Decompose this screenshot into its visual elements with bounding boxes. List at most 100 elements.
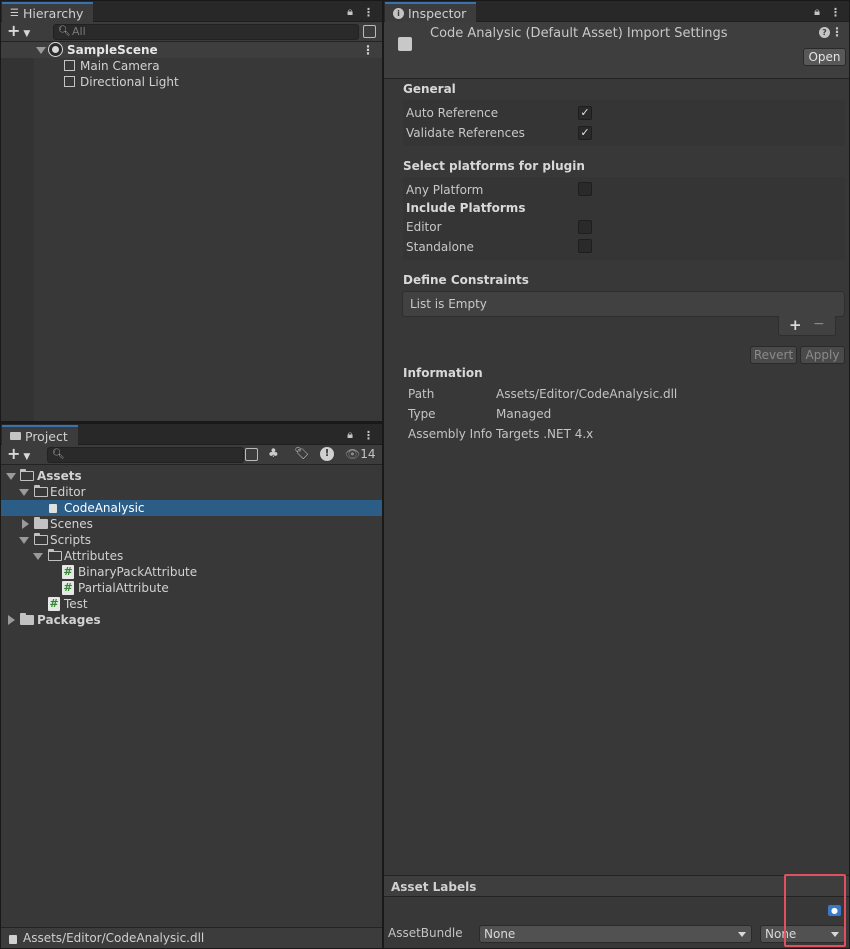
assembly-info-value: Targets .NET 4.x	[496, 427, 594, 441]
hierarchy-tabbar: ☰ Hierarchy 🔒︎ ⋮	[1, 1, 382, 22]
info-icon: i	[393, 7, 404, 19]
collapse-arrow-icon[interactable]	[8, 615, 15, 625]
search-by-type-icon[interactable]	[245, 448, 258, 461]
any-platform-checkbox[interactable]	[578, 182, 592, 196]
platforms-section-title: Select platforms for plugin	[403, 159, 585, 173]
tree-item-label: Attributes	[64, 549, 124, 563]
information-section-title: Information	[403, 366, 483, 380]
revert-button[interactable]: Revert	[750, 346, 797, 364]
tree-item-label: Assets	[37, 469, 82, 483]
folder-open-icon	[34, 533, 48, 545]
scene-visibility-icon[interactable]	[363, 25, 376, 38]
inspector-tabbar: i Inspector 🔒︎ ⋮	[384, 1, 849, 22]
help-icon[interactable]: ?	[819, 27, 830, 38]
tree-item-editor[interactable]: Editor	[1, 484, 382, 500]
hidden-count: 14	[360, 447, 376, 461]
lock-icon[interactable]: 🔒︎	[347, 428, 353, 442]
kebab-menu-icon[interactable]: ⋮	[363, 428, 374, 442]
chevron-down-icon	[738, 932, 746, 937]
hierarchy-item[interactable]: Main Camera	[1, 58, 382, 74]
validate-references-label: Validate References	[406, 126, 525, 140]
asset-bundle-dropdown[interactable]: None	[479, 925, 752, 943]
path-label: Path	[408, 387, 435, 401]
tree-item-assets[interactable]: Assets	[1, 468, 382, 484]
type-value: Managed	[496, 407, 552, 421]
expand-arrow-icon[interactable]	[36, 47, 46, 54]
hierarchy-toolbar: + ▼ 🔍︎ All	[1, 22, 382, 42]
create-asset-button[interactable]: + ▼	[7, 445, 30, 466]
lock-icon[interactable]: 🔒︎	[347, 5, 353, 19]
standalone-platform-checkbox[interactable]	[578, 239, 592, 253]
chevron-down-icon: ▼	[23, 452, 31, 462]
tree-item-codeanalysic[interactable]: CodeAnalysic	[1, 500, 382, 516]
inspector-panel: i Inspector 🔒︎ ⋮ Code Analysic (Default …	[384, 1, 849, 948]
constraints-empty-label: List is Empty	[410, 297, 487, 311]
tree-item-test[interactable]: # Test	[1, 596, 382, 612]
project-panel: Project 🔒︎ ⋮ + ▼ 🔍︎ ♣ 🏷︎ ! 👁︎14 Assets Ed…	[1, 424, 382, 948]
validate-references-checkbox[interactable]: ✓	[578, 126, 592, 140]
folder-open-icon	[20, 469, 34, 481]
tree-item-partialattribute[interactable]: # PartialAttribute	[1, 580, 382, 596]
open-button[interactable]: Open	[803, 48, 846, 66]
scene-row[interactable]: SampleScene ⋮	[1, 42, 382, 58]
kebab-menu-icon[interactable]: ⋮	[830, 5, 841, 19]
tree-item-scenes[interactable]: Scenes	[1, 516, 382, 532]
project-tab-label: Project	[25, 428, 68, 444]
kebab-menu-icon[interactable]: ⋮	[363, 5, 374, 19]
folder-open-icon	[48, 549, 62, 561]
expand-arrow-icon[interactable]	[19, 489, 29, 496]
collapse-arrow-icon[interactable]	[22, 519, 29, 529]
constraints-section-title: Define Constraints	[403, 273, 529, 287]
general-section-title: General	[403, 82, 456, 96]
expand-arrow-icon[interactable]	[19, 537, 29, 544]
tab-hierarchy[interactable]: ☰ Hierarchy	[2, 2, 94, 22]
csharp-script-icon: #	[62, 565, 74, 579]
hierarchy-item[interactable]: Directional Light	[1, 74, 382, 90]
add-object-button[interactable]: + ▼	[7, 22, 30, 43]
hidden-packages-toggle[interactable]: 👁︎14	[345, 447, 376, 461]
tree-item-label: Packages	[37, 613, 101, 627]
gameobject-cube-icon	[64, 76, 75, 87]
asset-labels-body: ● AssetBundle None None	[384, 897, 849, 948]
search-by-type-filter-icon[interactable]: ♣	[268, 446, 279, 460]
warning-filter-icon[interactable]: !	[320, 447, 334, 461]
tab-inspector[interactable]: i Inspector	[385, 2, 477, 22]
tree-item-attributes[interactable]: Attributes	[1, 548, 382, 564]
hierarchy-item-label: Directional Light	[80, 75, 179, 89]
search-by-label-icon[interactable]: 🏷︎	[294, 446, 309, 460]
scene-menu-icon[interactable]: ⋮	[362, 42, 374, 58]
standalone-platform-label: Standalone	[406, 240, 474, 254]
type-label: Type	[408, 407, 436, 421]
add-constraint-button[interactable]: +	[789, 316, 802, 334]
apply-button[interactable]: Apply	[800, 346, 845, 364]
project-tree: Assets Editor CodeAnalysic Scenes Script…	[1, 468, 382, 628]
hierarchy-search-placeholder: All	[72, 25, 86, 38]
hierarchy-search-input[interactable]: 🔍︎ All	[53, 24, 359, 40]
path-value: Assets/Editor/CodeAnalysic.dll	[496, 387, 678, 401]
tree-item-scripts[interactable]: Scripts	[1, 532, 382, 548]
search-icon: 🔍︎	[58, 26, 71, 37]
folder-icon	[10, 432, 21, 440]
auto-reference-checkbox[interactable]: ✓	[578, 106, 592, 120]
tree-item-packages[interactable]: Packages	[1, 612, 382, 628]
tree-item-binarypackattribute[interactable]: # BinaryPackAttribute	[1, 564, 382, 580]
tree-item-label: PartialAttribute	[78, 581, 169, 595]
inspector-title: Code Analysic (Default Asset) Import Set…	[430, 26, 728, 41]
settings-menu-icon[interactable]: ⋮	[831, 25, 843, 39]
hierarchy-item-label: Main Camera	[80, 59, 160, 73]
plugin-puzzle-icon	[9, 935, 17, 944]
tab-project[interactable]: Project	[2, 425, 78, 445]
plugin-puzzle-icon	[398, 37, 412, 51]
project-search-input[interactable]: 🔍︎	[47, 447, 244, 463]
folder-icon	[34, 517, 48, 529]
expand-arrow-icon[interactable]	[6, 473, 16, 480]
gameobject-cube-icon	[64, 60, 75, 71]
remove-constraint-button[interactable]: −	[813, 316, 825, 332]
folder-open-icon	[34, 485, 48, 497]
editor-platform-checkbox[interactable]	[578, 220, 592, 234]
search-icon: 🔍︎	[52, 449, 65, 460]
tree-item-label: Scenes	[50, 517, 93, 531]
tree-item-label: BinaryPackAttribute	[78, 565, 198, 579]
expand-arrow-icon[interactable]	[33, 553, 43, 560]
lock-icon[interactable]: 🔒︎	[814, 5, 820, 19]
